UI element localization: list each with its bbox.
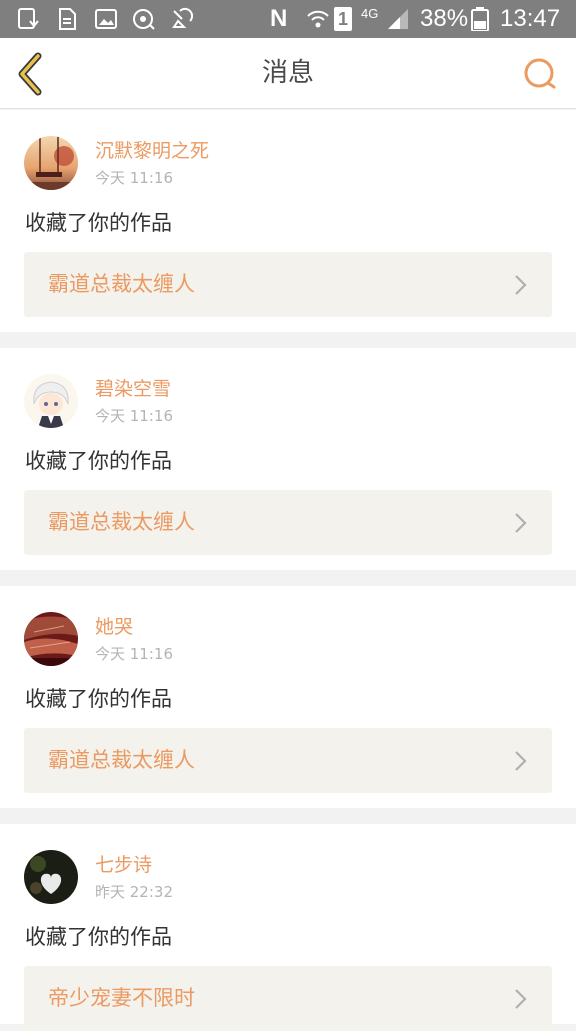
wifi-icon xyxy=(307,10,329,28)
chevron-right-icon xyxy=(515,513,527,533)
document-notification-icon xyxy=(59,8,76,30)
work-title: 帝少宠妻不限时 xyxy=(48,986,195,1010)
image-notification-icon xyxy=(95,9,117,29)
header-bar: 消息 xyxy=(0,38,576,109)
username[interactable]: 七步诗 xyxy=(95,852,152,878)
battery-percent: 38% xyxy=(420,5,469,32)
sim-badge: 1 xyxy=(334,7,352,31)
message-card: 她哭 今天 11:16 收藏了你的作品 霸道总裁太缠人 xyxy=(0,586,576,808)
work-link[interactable]: 霸道总裁太缠人 xyxy=(24,252,552,317)
message-card: 七步诗 昨天 22:32 收藏了你的作品 帝少宠妻不限时 xyxy=(0,824,576,1031)
page-title: 消息 xyxy=(261,58,314,88)
work-link[interactable]: 霸道总裁太缠人 xyxy=(24,728,552,793)
timestamp: 今天 11:16 xyxy=(95,645,173,663)
avatar[interactable] xyxy=(24,374,78,428)
action-text: 收藏了你的作品 xyxy=(25,925,172,949)
work-link[interactable]: 霸道总裁太缠人 xyxy=(24,490,552,555)
avatar[interactable] xyxy=(24,850,78,904)
avatar-image-dark-heart xyxy=(24,850,78,904)
username[interactable]: 她哭 xyxy=(95,614,133,640)
sim-number: 1 xyxy=(337,9,348,29)
username[interactable]: 沉默黎明之死 xyxy=(95,138,209,164)
satellite-notification-icon xyxy=(172,7,194,28)
search-button[interactable] xyxy=(520,54,560,94)
work-title: 霸道总裁太缠人 xyxy=(48,510,195,534)
username[interactable]: 碧染空雪 xyxy=(95,376,171,402)
download-notification-icon xyxy=(18,8,39,29)
timestamp: 昨天 22:32 xyxy=(95,883,173,901)
message-card: 沉默黎明之死 今天 11:16 收藏了你的作品 霸道总裁太缠人 xyxy=(0,110,576,332)
avatar-image-red-scene xyxy=(24,612,78,666)
chevron-right-icon xyxy=(515,989,527,1009)
battery-icon xyxy=(471,7,489,31)
search-icon xyxy=(524,58,556,89)
work-link[interactable]: 帝少宠妻不限时 xyxy=(24,966,552,1031)
back-chevron-icon xyxy=(18,52,42,96)
action-text: 收藏了你的作品 xyxy=(25,449,172,473)
avatar[interactable] xyxy=(24,136,78,190)
work-title: 霸道总裁太缠人 xyxy=(48,748,195,772)
action-text: 收藏了你的作品 xyxy=(25,687,172,711)
action-text: 收藏了你的作品 xyxy=(25,211,172,235)
clock: 13:47 xyxy=(500,5,561,32)
chevron-right-icon xyxy=(515,275,527,295)
back-button[interactable] xyxy=(10,50,56,96)
media-notification-icon xyxy=(133,9,155,30)
avatar[interactable] xyxy=(24,612,78,666)
message-card: 碧染空雪 今天 11:16 收藏了你的作品 霸道总裁太缠人 xyxy=(0,348,576,570)
timestamp: 今天 11:16 xyxy=(95,407,173,425)
signal-strength-icon xyxy=(388,9,408,29)
avatar-image-dusk-swing xyxy=(24,136,78,190)
work-title: 霸道总裁太缠人 xyxy=(48,272,195,296)
chevron-right-icon xyxy=(515,751,527,771)
status-bar: N 1 4G 38% 13:47 xyxy=(0,0,576,38)
timestamp: 今天 11:16 xyxy=(95,169,173,187)
avatar-image-anime-character xyxy=(24,374,78,428)
nfc-indicator: N xyxy=(270,5,288,32)
network-type: 4G xyxy=(361,6,379,21)
